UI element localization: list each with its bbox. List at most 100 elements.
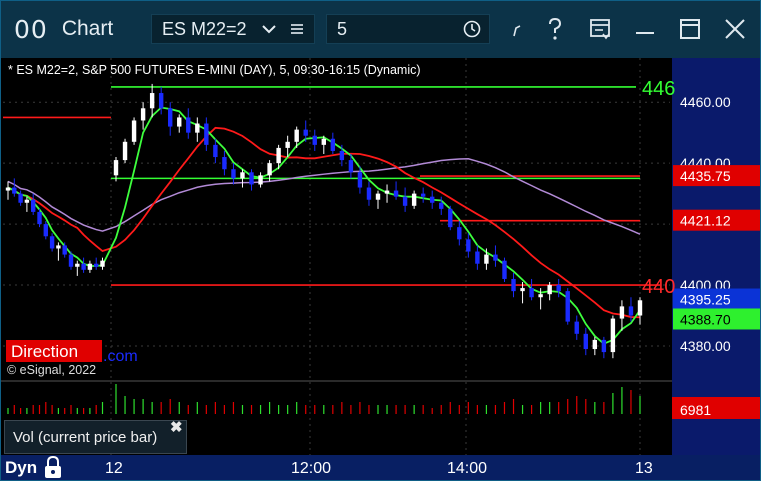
symbol-list-icon[interactable] (286, 18, 308, 40)
candle-body (330, 138, 336, 151)
candle-body (285, 141, 290, 148)
price-marker-text: 4388.70 (680, 311, 731, 327)
candle-body (68, 254, 74, 267)
level-tag: 440 (642, 276, 675, 298)
chart-canvas[interactable]: 4460.004440.004400.004380.00 4435.754421… (0, 58, 761, 455)
volume-label: Vol (current price bar) (4, 420, 187, 454)
candle-body (276, 147, 281, 164)
app-title: 00 Chart (14, 14, 113, 44)
window-title: Chart (61, 17, 114, 40)
candle-body (87, 263, 93, 270)
candle-body (12, 187, 17, 194)
candle-body (520, 288, 525, 292)
candle-body (195, 123, 200, 133)
grid (0, 58, 761, 455)
candle-body (303, 129, 308, 136)
candle-body (131, 120, 137, 142)
purple-ma-line (7, 157, 641, 235)
candle-body (592, 339, 598, 350)
candle-body (420, 193, 426, 197)
time-mode-label[interactable]: Dyn (5, 458, 37, 478)
candle-body (556, 285, 561, 292)
candle-body (339, 150, 345, 161)
interval-selector[interactable]: 5 (326, 14, 490, 44)
direction-label: Direction (11, 342, 78, 361)
candle-body (538, 294, 543, 298)
candle-body (574, 321, 579, 334)
candle-body (222, 157, 227, 170)
candle-body (384, 190, 390, 194)
draw-tool-icon[interactable] (500, 12, 534, 46)
level-tag: 446 (642, 78, 675, 100)
candle-body (122, 141, 128, 161)
candle-body (357, 172, 363, 188)
candle-body (411, 193, 417, 206)
candle-body (100, 260, 105, 267)
price-marker-text: 4395.25 (680, 292, 731, 308)
candle-body (321, 138, 326, 145)
time-label-1400: 14:00 (447, 460, 488, 477)
candle-body (601, 339, 607, 353)
watermark: © eSignal, 2022 (7, 363, 96, 377)
candle-body (56, 245, 61, 249)
minimize-icon[interactable] (628, 12, 662, 46)
close-study-icon[interactable]: ✖ (170, 418, 183, 436)
candle-body (267, 163, 272, 176)
red-ma-line (7, 126, 641, 319)
candle-body (402, 196, 408, 206)
candle-body (457, 227, 462, 240)
time-label-12: 12 (105, 460, 123, 477)
help-icon[interactable] (538, 12, 572, 46)
candle-body (375, 193, 381, 200)
chevron-down-icon[interactable] (258, 18, 280, 40)
horizontal-levels[interactable] (3, 86, 660, 286)
interval-value: 5 (337, 18, 348, 39)
candle-body (430, 196, 435, 203)
candle-body (177, 117, 182, 127)
candle-body (348, 160, 354, 173)
candle-body (231, 169, 236, 179)
clock-icon[interactable] (461, 18, 483, 40)
candle-body (619, 306, 625, 319)
candle-body (565, 291, 570, 322)
candle-body (62, 245, 67, 255)
volume-bars (7, 384, 641, 414)
candle-body (94, 263, 99, 267)
maximize-icon[interactable] (673, 12, 707, 46)
candle-body (393, 190, 399, 197)
candle-body (81, 263, 86, 270)
candle-body (493, 254, 498, 261)
candle-body (466, 239, 471, 252)
symbol-selector[interactable]: ES M22=2 (151, 14, 315, 44)
price-axis-background (672, 58, 761, 455)
candle-body (502, 260, 507, 279)
candle-body (366, 187, 372, 200)
candle-body (186, 117, 191, 133)
candle-body (31, 199, 36, 212)
candle-body (448, 208, 453, 228)
price-tick-label: 4380.00 (680, 338, 731, 354)
candle-body (484, 254, 489, 264)
candle-body (511, 278, 516, 292)
candle-body (140, 108, 146, 121)
price-marker-text: 4421.12 (680, 213, 731, 229)
candle-body (149, 93, 155, 109)
candle-body (18, 193, 23, 203)
volume-marker-text: 6981 (680, 402, 711, 418)
chart-app-icon: 00 (14, 14, 48, 44)
price-marker-text: 4435.75 (680, 168, 731, 184)
candle-body (158, 93, 164, 109)
candle-body (294, 129, 299, 142)
candle-body (439, 202, 444, 209)
time-label-1200: 12:00 (291, 460, 332, 477)
chart-header: * ES M22=2, S&P 500 FUTURES E-MINI (DAY)… (8, 63, 421, 77)
price-axis (672, 58, 761, 455)
lock-icon[interactable] (43, 455, 63, 481)
templates-icon[interactable] (583, 12, 617, 46)
candle-body (529, 288, 534, 298)
candle-body (637, 300, 643, 316)
candle-body (168, 108, 173, 127)
close-icon[interactable] (718, 12, 752, 46)
candle-body (312, 135, 317, 145)
candle-body (249, 172, 254, 185)
